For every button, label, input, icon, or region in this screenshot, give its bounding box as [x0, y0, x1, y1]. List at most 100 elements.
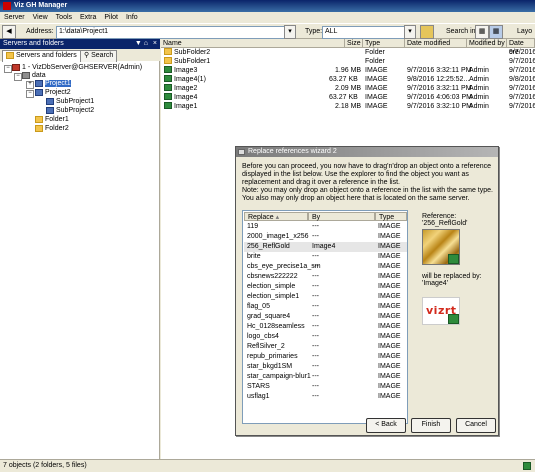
collapse-icon[interactable]: − — [4, 65, 12, 73]
panel-tabs: Servers and folders ⚲ Search — [0, 49, 160, 62]
expand-icon[interactable]: + — [26, 81, 34, 89]
toolbar: ◀ Address: 1:\data\Project1 ▾ Type: ALL … — [0, 23, 535, 39]
connection-icon — [523, 462, 531, 470]
table-row[interactable]: Image4(1) 63.27 KB IMAGE 9/8/2016 12:25:… — [161, 75, 535, 84]
col-header-type[interactable]: Type — [363, 39, 405, 48]
reference-thumbnail — [422, 229, 460, 265]
table-row[interactable]: Image2 2.09 MB IMAGE 9/7/2016 3:32:11 PM… — [161, 84, 535, 93]
search-recursive-icon[interactable]: ▦ — [489, 25, 503, 39]
layout-label[interactable]: Layo — [517, 27, 532, 37]
col-header-by[interactable]: By — [308, 212, 375, 221]
back-button[interactable]: < Back — [366, 418, 406, 433]
col-header-date-created[interactable]: Date cre — [507, 39, 535, 56]
list-item[interactable]: election_simple1 --- IMAGE — [244, 292, 407, 302]
servers-folders-panel: Servers and folders ▼ ⌂ × Servers and fo… — [0, 39, 160, 459]
table-row[interactable]: Image3 1.96 MB IMAGE 9/7/2016 3:32:11 PM… — [161, 66, 535, 75]
project-icon — [46, 106, 54, 114]
list-item[interactable]: usflag1 --- IMAGE — [244, 392, 407, 402]
col-header-name[interactable]: Name — [161, 39, 345, 48]
project-icon — [35, 79, 43, 87]
list-item[interactable]: cbsnews222222 --- IMAGE — [244, 272, 407, 282]
window-title-bar: Viz GH Manager — [0, 0, 535, 12]
image-badge-icon — [448, 314, 459, 324]
address-input[interactable]: 1:\data\Project1 — [56, 26, 286, 39]
col-header-type[interactable]: Type — [375, 212, 407, 221]
replaced-by-label: will be replaced by: — [422, 273, 482, 280]
reference-name: '256_ReflGold' — [422, 220, 468, 227]
status-text: 7 objects (2 folders, 5 files) — [3, 462, 87, 469]
finish-button[interactable]: Finish — [411, 418, 451, 433]
type-select[interactable]: ALL — [322, 26, 406, 39]
tree-item-subproject2[interactable]: SubProject2 — [46, 106, 94, 115]
col-header-modified-by[interactable]: Modified by — [467, 39, 507, 48]
panel-title: Servers and folders — [3, 40, 64, 47]
list-item[interactable]: ReflSilver_2 --- IMAGE — [244, 342, 407, 352]
list-item[interactable]: STARS --- IMAGE — [244, 382, 407, 392]
reference-label: Reference: — [422, 213, 457, 220]
list-item[interactable]: election_simple --- IMAGE — [244, 282, 407, 292]
col-header-date-modified[interactable]: Date modified — [405, 39, 467, 48]
pin-icon[interactable]: ▼ ⌂ — [135, 39, 148, 49]
project-icon — [35, 88, 43, 96]
server-icon — [12, 63, 20, 71]
col-header-replace[interactable]: Replace ▴ — [244, 212, 308, 221]
collapse-icon[interactable]: − — [14, 73, 22, 81]
window-title: Viz GH Manager — [14, 2, 68, 9]
table-row[interactable]: Image1 2.18 MB IMAGE 9/7/2016 3:32:10 PM… — [161, 102, 535, 111]
tab-search[interactable]: ⚲ Search — [80, 50, 118, 62]
table-row[interactable]: Image4 63.27 KB IMAGE 9/7/2016 4:06:03 P… — [161, 93, 535, 102]
tree-item-subproject1[interactable]: SubProject1 — [46, 97, 94, 106]
tab-servers-folders[interactable]: Servers and folders — [2, 50, 81, 62]
back-icon[interactable]: ◀ — [2, 25, 16, 39]
address-dropdown-icon[interactable]: ▾ — [284, 25, 296, 39]
filter-icon[interactable] — [420, 25, 434, 39]
list-item[interactable]: grad_square4 --- IMAGE — [244, 312, 407, 322]
table-row[interactable]: SubFolder2 Folder 9/7/2016 — [161, 48, 535, 57]
panel-header: Servers and folders ▼ ⌂ × — [0, 39, 160, 49]
database-icon — [22, 71, 30, 79]
menu-bar: Server View Tools Extra Pilot Info — [0, 12, 535, 23]
list-item[interactable]: 119 --- IMAGE — [244, 222, 407, 232]
menu-info[interactable]: Info — [122, 12, 142, 23]
menu-view[interactable]: View — [29, 12, 52, 23]
col-header-size[interactable]: Size — [345, 39, 363, 48]
tree-item-project1[interactable]: Project1 — [35, 79, 71, 88]
replaced-by-name: 'Image4' — [422, 280, 449, 287]
list-item[interactable]: 256_ReflGold Image4 IMAGE — [244, 242, 407, 252]
menu-server[interactable]: Server — [0, 12, 29, 23]
list-item[interactable]: logo_cbs4 --- IMAGE — [244, 332, 407, 342]
replace-references-dialog: Replace references wizard 2 Before you c… — [235, 146, 499, 436]
search-icon: ⚲ — [84, 52, 90, 59]
menu-tools[interactable]: Tools — [52, 12, 76, 23]
list-item[interactable]: Hc_0128seamless --- IMAGE — [244, 322, 407, 332]
search-folder-icon[interactable]: ▦ — [475, 25, 489, 39]
image-icon — [164, 84, 172, 91]
list-item[interactable]: cbs_eye_precise1a_sm --- IMAGE — [244, 262, 407, 272]
search-in-label: Search in: — [446, 28, 478, 35]
tree-item-project2[interactable]: Project2 — [35, 88, 71, 97]
folder-icon — [35, 124, 43, 132]
status-bar: 7 objects (2 folders, 5 files) — [0, 459, 535, 471]
folder-icon — [6, 51, 14, 59]
list-item[interactable]: 2000_image1_x256 --- IMAGE — [244, 232, 407, 242]
image-icon — [164, 93, 172, 100]
image-icon — [164, 66, 172, 73]
list-item[interactable]: repub_primaries --- IMAGE — [244, 352, 407, 362]
close-icon[interactable]: × — [153, 39, 157, 49]
menu-pilot[interactable]: Pilot — [100, 12, 122, 23]
tree-item-folder1[interactable]: Folder1 — [35, 115, 69, 124]
list-item[interactable]: brite --- IMAGE — [244, 252, 407, 262]
image-badge-icon — [448, 254, 459, 264]
table-row[interactable]: SubFolder1 Folder 9/7/2016 — [161, 57, 535, 66]
list-item[interactable]: star_bkgd1SM --- IMAGE — [244, 362, 407, 372]
cancel-button[interactable]: Cancel — [456, 418, 496, 433]
type-dropdown-icon[interactable]: ▾ — [404, 25, 416, 39]
list-item[interactable]: flag_05 --- IMAGE — [244, 302, 407, 312]
list-item[interactable]: star_campaign-blur1 --- IMAGE — [244, 372, 407, 382]
dialog-title: Replace references wizard 2 — [248, 148, 337, 155]
menu-extra[interactable]: Extra — [76, 12, 100, 23]
collapse-icon[interactable]: − — [26, 90, 34, 98]
address-label: Address: — [26, 28, 54, 35]
tree-item-folder2[interactable]: Folder2 — [35, 124, 69, 133]
image-icon — [164, 75, 172, 82]
